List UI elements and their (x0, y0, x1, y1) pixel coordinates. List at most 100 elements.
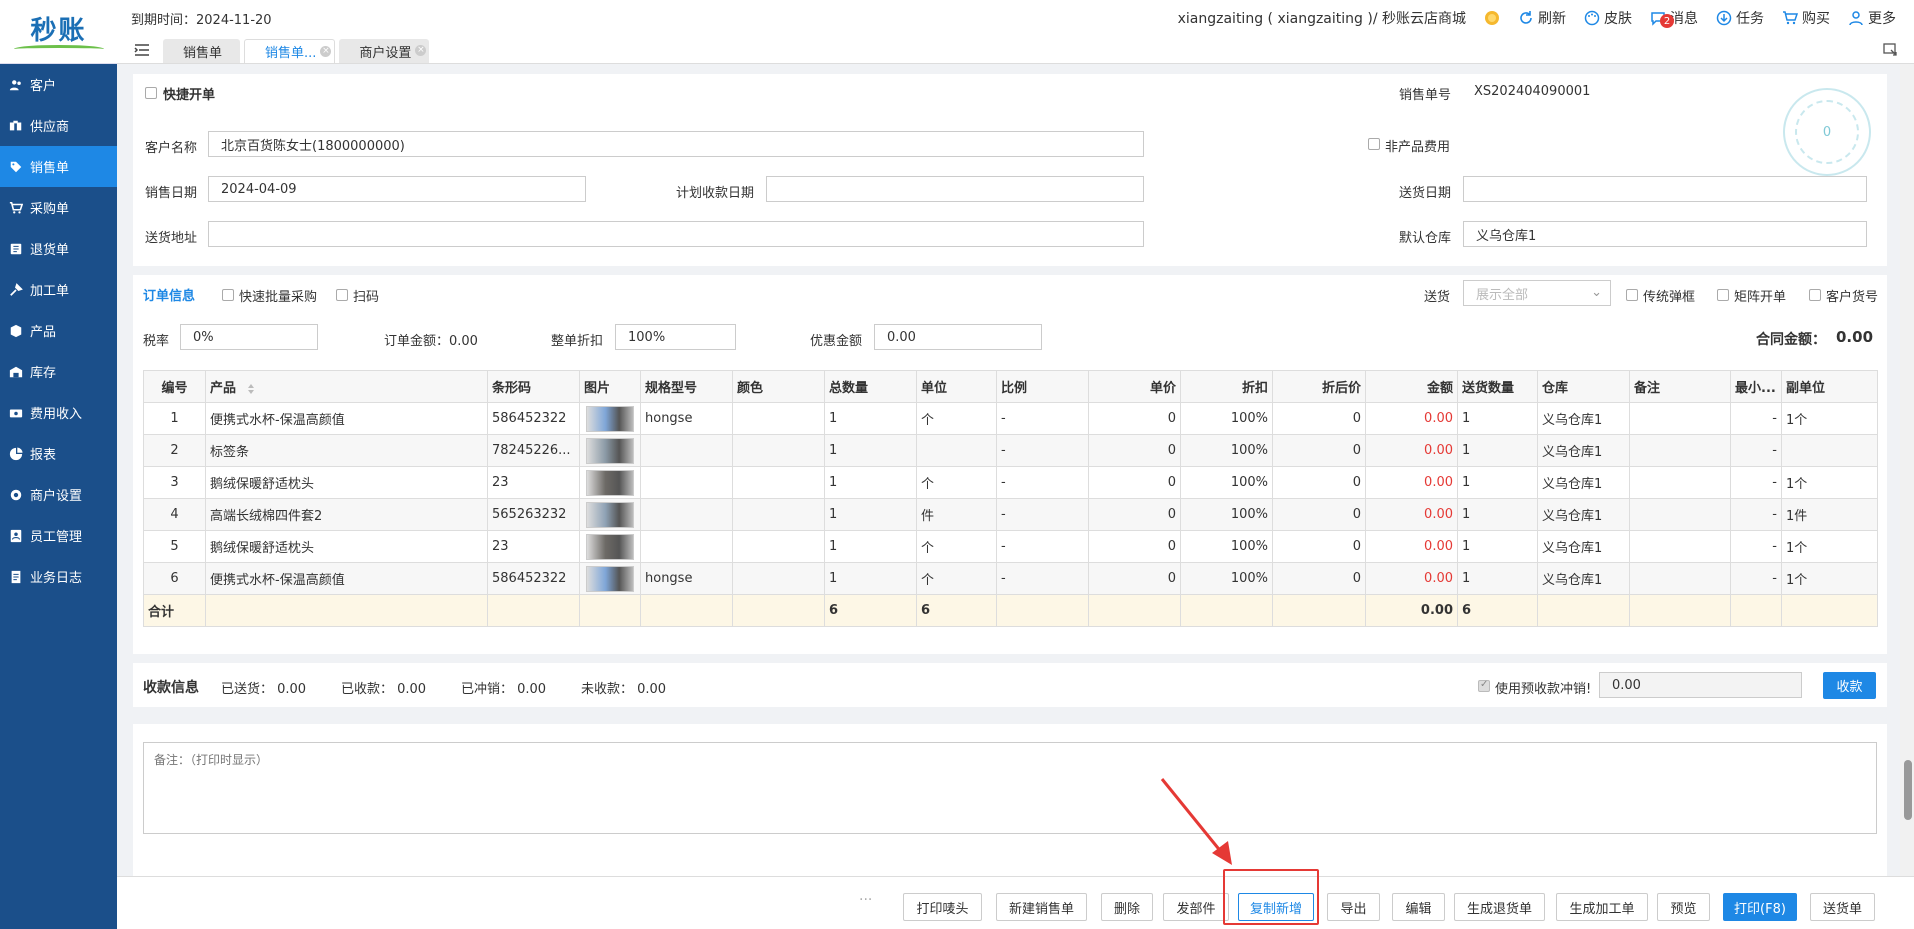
refresh-button[interactable]: 刷新 (1518, 8, 1566, 28)
ship-parts-button[interactable]: 发部件 (1163, 893, 1229, 921)
generate-return-button[interactable]: 生成退货单 (1454, 893, 1545, 921)
sidebar-item-6[interactable]: 产品 (0, 310, 117, 351)
batch-purchase-checkbox[interactable] (222, 289, 234, 301)
edit-button[interactable]: 编辑 (1392, 893, 1445, 921)
menu-toggle-icon[interactable] (133, 41, 151, 59)
quick-order-checkbox[interactable] (145, 87, 157, 99)
sidebar-item-8[interactable]: 费用收入 (0, 392, 117, 433)
close-icon[interactable]: × (320, 46, 332, 57)
collect-button[interactable]: 收款 (1823, 672, 1876, 699)
print-button[interactable]: 打印(F8) (1723, 893, 1797, 921)
total-cell: 6 (916, 594, 997, 627)
customer-no-checkbox[interactable] (1809, 289, 1821, 301)
prepay-offset-input[interactable]: 0.00 (1599, 672, 1802, 698)
cell-note (1629, 530, 1731, 563)
more-button[interactable]: 更多 (1848, 8, 1896, 28)
close-icon[interactable]: × (415, 45, 427, 56)
page-scrollbar[interactable] (1900, 64, 1914, 876)
table-row[interactable]: 2 标签条 78245226... 1-0 100% 0 0.00 1 义乌仓库1- (143, 434, 1878, 467)
money-icon (8, 405, 24, 421)
product-image[interactable] (586, 469, 634, 496)
sidebar-item-2[interactable]: 销售单 (0, 146, 117, 187)
more-actions-icon[interactable]: ··· (859, 892, 872, 908)
sidebar-item-4[interactable]: 退货单 (0, 228, 117, 269)
copy-new-button[interactable]: 复制新增 (1238, 893, 1314, 921)
delete-button[interactable]: 删除 (1101, 893, 1153, 921)
coin-icon[interactable] (1484, 10, 1500, 26)
table-row[interactable]: 6 便携式水杯-保温高颜值 586452322 hongse 1 个 -0 100% 0 0.00… (143, 562, 1878, 595)
tab-sales-detail[interactable]: 销售单... × (244, 39, 336, 63)
product-image[interactable] (586, 565, 634, 592)
generate-process-button[interactable]: 生成加工单 (1556, 893, 1648, 921)
sidebar-item-3[interactable]: 采购单 (0, 187, 117, 228)
sidebar-item-12[interactable]: 业务日志 (0, 556, 117, 597)
column-header: 总数量 (824, 370, 917, 403)
cell-qty: 1 (824, 562, 917, 595)
tax-input[interactable]: 0% (180, 324, 318, 350)
table-row[interactable]: 1 便携式水杯-保温高颜值 586452322 hongse 1 个 -0 100% 0 0.00… (143, 402, 1878, 435)
delivery-note-button[interactable]: 送货单 (1810, 893, 1875, 921)
sidebar-item-1[interactable]: 供应商 (0, 105, 117, 146)
cart-icon (1783, 11, 1798, 25)
cell-note (1629, 466, 1731, 499)
cell-min: - (1730, 402, 1782, 435)
discount-input[interactable]: 100% (615, 324, 736, 350)
print-header-button[interactable]: 打印唛头 (903, 893, 982, 921)
prepay-offset-checkbox[interactable] (1478, 679, 1490, 692)
table-row[interactable]: 3 鹅绒保暖舒适枕头 23 1 个 -0 100% 0 0.00 1 义乌仓库1-1个 (143, 466, 1878, 499)
cell-wh: 义乌仓库1 (1537, 466, 1630, 499)
delivery-date-input[interactable] (1463, 176, 1867, 202)
cell-spec (640, 466, 733, 499)
buy-button[interactable]: 购买 (1782, 8, 1830, 28)
product-image[interactable] (586, 405, 634, 432)
product-image[interactable] (586, 501, 634, 528)
product-image[interactable] (586, 437, 634, 464)
sidebar-item-11[interactable]: 员工管理 (0, 515, 117, 556)
export-button[interactable]: 导出 (1327, 893, 1380, 921)
table-row[interactable]: 4 高端长绒棉四件套2 565263232 1 件 -0 100% 0 0.00 1 义乌仓库1-1… (143, 498, 1878, 531)
cell-min: - (1730, 434, 1782, 467)
sidebar-item-0[interactable]: 客户 (0, 64, 117, 105)
skin-button[interactable]: 皮肤 (1584, 8, 1632, 28)
total-cell: 0.00 (1365, 594, 1458, 627)
sidebar-item-5[interactable]: 加工单 (0, 269, 117, 310)
customer-input[interactable]: 北京百货陈女士(1800000000) (208, 131, 1144, 157)
tab-merchant-settings[interactable]: 商户设置 × (339, 39, 430, 63)
sidebar-item-10[interactable]: 商户设置 (0, 474, 117, 515)
delivery-filter-select[interactable]: 展示全部 ⌄ (1463, 280, 1611, 306)
matrix-order-checkbox[interactable] (1717, 289, 1729, 301)
sidebar-item-9[interactable]: 报表 (0, 433, 117, 474)
total-cell: 合计 (143, 594, 206, 627)
note-textarea[interactable] (143, 742, 1877, 834)
fullscreen-icon[interactable] (1882, 41, 1898, 57)
promo-input[interactable]: 0.00 (874, 324, 1042, 350)
column-header[interactable]: 产品 (205, 370, 488, 403)
sort-icon[interactable] (236, 381, 256, 396)
plan-date-input[interactable] (766, 176, 1144, 202)
preview-button[interactable]: 预览 (1657, 893, 1710, 921)
sidebar-item-7[interactable]: 库存 (0, 351, 117, 392)
cell-after: 0 (1272, 466, 1366, 499)
cell-no: 4 (143, 498, 206, 531)
tasks-button[interactable]: 任务 (1716, 8, 1764, 28)
sidebar-item-label: 客户 (30, 79, 57, 94)
non-product-fee-checkbox[interactable] (1368, 138, 1380, 150)
cell-dqty: 1 (1457, 530, 1538, 563)
column-header: 单位 (916, 370, 997, 403)
table-row[interactable]: 5 鹅绒保暖舒适枕头 23 1 个 -0 100% 0 0.00 1 义乌仓库1-1个 (143, 530, 1878, 563)
cell-barcode: 78245226... (487, 434, 580, 467)
messages-button[interactable]: 2 消息 (1650, 8, 1698, 28)
traditional-dialog-checkbox[interactable] (1626, 289, 1638, 301)
tab-sales-list[interactable]: 销售单 (163, 39, 241, 63)
logo[interactable]: 秒账 (0, 0, 117, 64)
address-input[interactable] (208, 221, 1144, 247)
sale-date-input[interactable]: 2024-04-09 (208, 176, 586, 202)
scan-checkbox[interactable] (336, 289, 348, 301)
warehouse-input[interactable]: 义乌仓库1 (1463, 221, 1867, 247)
cell-after: 0 (1272, 530, 1366, 563)
new-order-button[interactable]: 新建销售单 (996, 893, 1087, 921)
product-image[interactable] (586, 533, 634, 560)
scrollbar-thumb[interactable] (1904, 760, 1912, 820)
refresh-label: 刷新 (1538, 11, 1566, 27)
column-header: 编号 (143, 370, 206, 403)
